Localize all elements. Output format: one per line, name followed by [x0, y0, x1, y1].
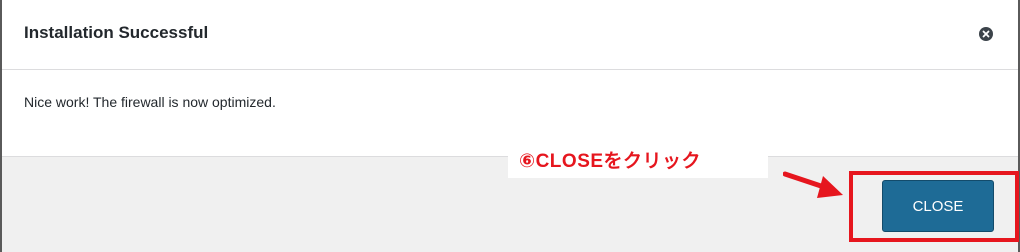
dialog-title: Installation Successful	[24, 23, 209, 42]
annotation-arrow-icon	[783, 171, 843, 198]
dialog-message: Nice work! The firewall is now optimized…	[24, 94, 276, 110]
dialog-header: Installation Successful	[2, 0, 1018, 70]
close-button[interactable]: CLOSE	[882, 180, 994, 232]
annotation-step-label: ⑥CLOSEをクリック	[519, 151, 702, 172]
close-icon[interactable]	[979, 27, 993, 41]
